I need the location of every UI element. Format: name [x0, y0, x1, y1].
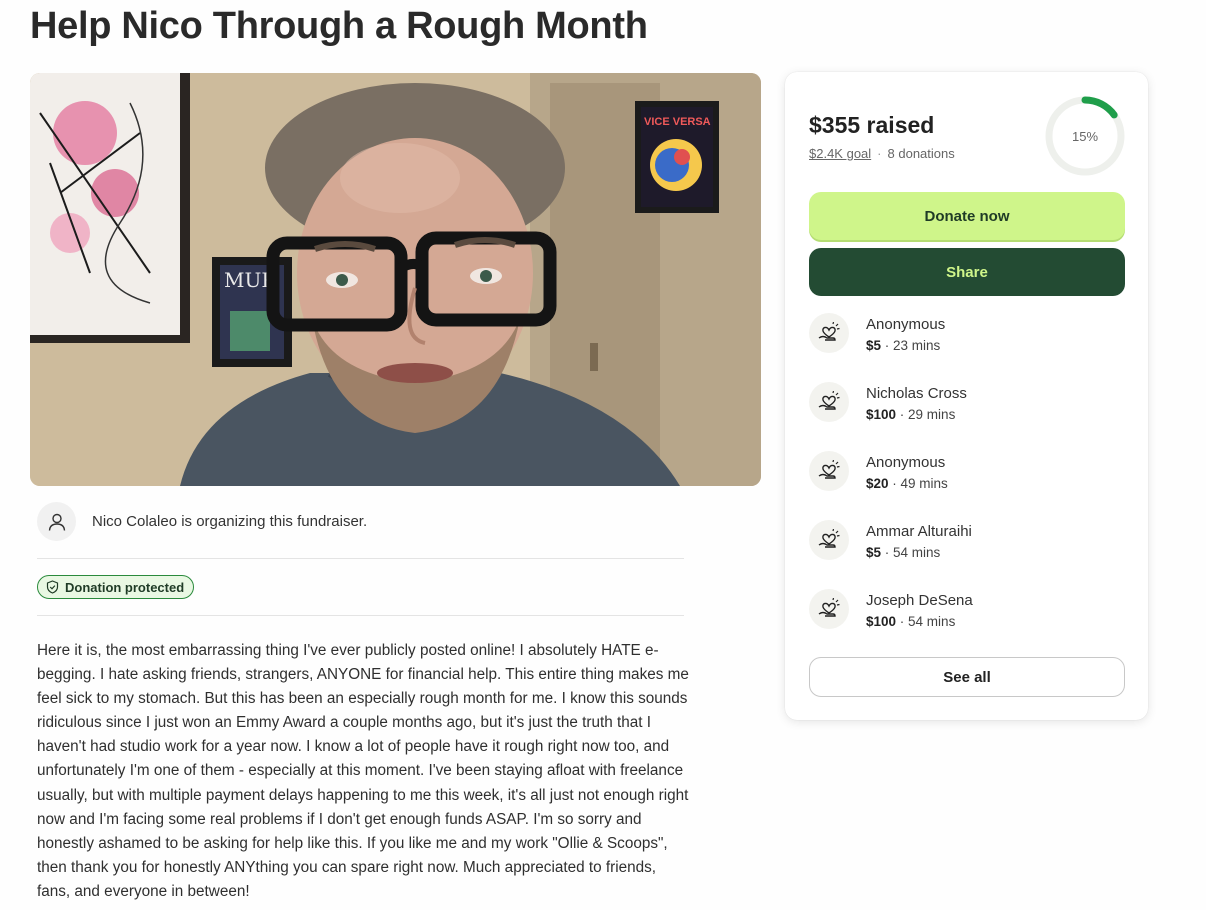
donation-meta: $5 · 54 mins — [866, 545, 972, 560]
donor-name: Nicholas Cross — [866, 385, 967, 402]
donation-amount: $20 — [866, 476, 889, 491]
poster-text: VICE VERSA — [644, 116, 711, 128]
donation-item: Anonymous $20 · 49 mins — [809, 451, 948, 491]
donation-amount: $100 — [866, 614, 897, 629]
donation-card: $355 raised $2.4K goal · 8 donations 15%… — [785, 72, 1148, 720]
donation-time: · 49 mins — [888, 476, 948, 491]
donation-item: Joseph DeSena $100 · 54 mins — [809, 589, 973, 629]
donation-amount: $5 — [866, 545, 882, 560]
donation-time: · 29 mins — [896, 407, 956, 422]
donor-name: Joseph DeSena — [866, 592, 973, 609]
donation-protected-badge[interactable]: Donation protected — [37, 575, 195, 599]
heart-hand-icon — [809, 451, 849, 491]
hero-photo: MUR VICE VERSA — [30, 73, 761, 486]
see-all-button[interactable]: See all — [809, 657, 1125, 697]
donation-amount: $5 — [866, 338, 882, 353]
donation-time: · 54 mins — [881, 545, 941, 560]
donation-meta: $100 · 29 mins — [866, 407, 967, 422]
donation-meta: $20 · 49 mins — [866, 476, 948, 491]
progress-percent: 15% — [1071, 128, 1099, 144]
donation-item: Ammar Alturaihi $5 · 54 mins — [809, 520, 972, 560]
donation-item: Anonymous $5 · 23 mins — [809, 313, 945, 353]
donation-amount: $100 — [866, 407, 897, 422]
donation-count: 8 donations — [887, 146, 955, 161]
organizer-row: Nico Colaleo is organizing this fundrais… — [37, 502, 367, 541]
heart-hand-icon — [809, 382, 849, 422]
donation-meta: $100 · 54 mins — [866, 614, 973, 629]
donate-now-button[interactable]: Donate now — [809, 192, 1125, 240]
organizer-text: Nico Colaleo is organizing this fundrais… — [92, 513, 368, 530]
divider — [37, 558, 684, 559]
heart-hand-icon — [809, 589, 849, 629]
share-button[interactable]: Share — [809, 248, 1125, 296]
divider — [37, 615, 684, 616]
badge-label: Donation protected — [65, 579, 185, 595]
goal-link[interactable]: $2.4K goal — [809, 146, 871, 161]
shield-check-icon — [46, 580, 59, 594]
page-title: Help Nico Through a Rough Month — [30, 5, 648, 47]
donor-name: Ammar Alturaihi — [866, 523, 972, 540]
donor-name: Anonymous — [866, 454, 946, 471]
amount-raised: $355 raised — [809, 112, 935, 138]
user-icon — [37, 502, 76, 541]
donation-time: · 54 mins — [896, 614, 956, 629]
heart-hand-icon — [809, 520, 849, 560]
donation-meta: $5 · 23 mins — [866, 338, 945, 353]
separator: · — [877, 146, 882, 161]
story-text: Here it is, the most embarrassing thing … — [37, 642, 689, 900]
heart-hand-icon — [809, 313, 849, 353]
donor-name: Anonymous — [866, 316, 946, 333]
donation-time: · 23 mins — [881, 338, 941, 353]
donation-item: Nicholas Cross $100 · 29 mins — [809, 382, 967, 422]
goal-line: $2.4K goal · 8 donations — [809, 146, 955, 161]
